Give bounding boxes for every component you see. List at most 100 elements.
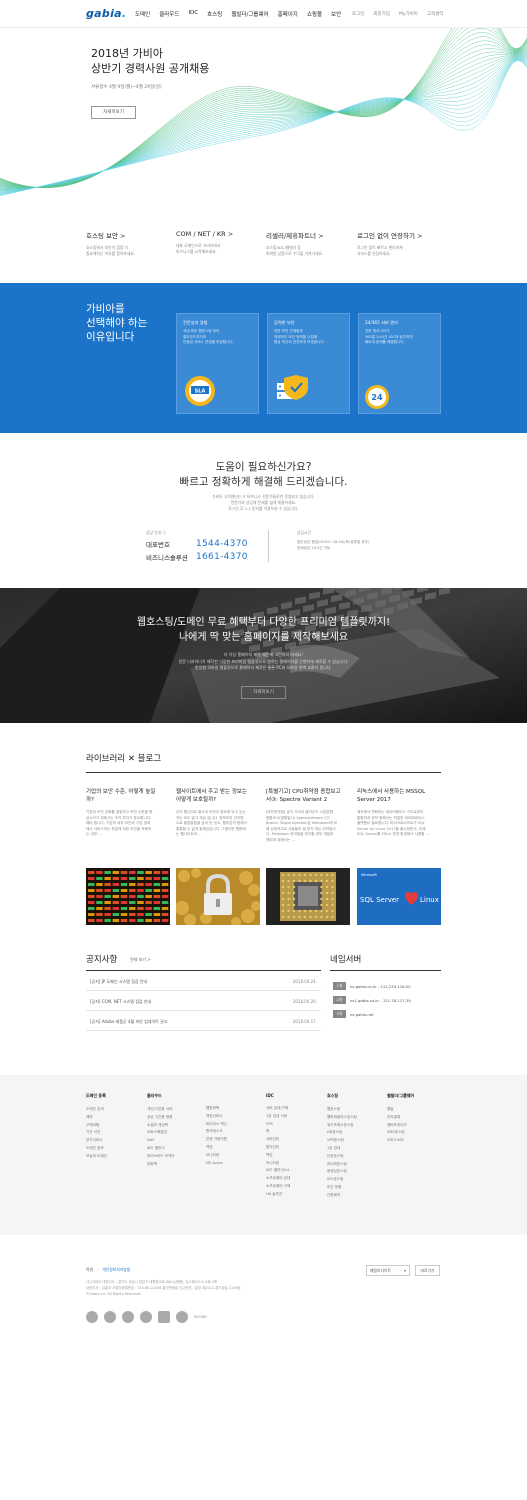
- feature-hosting-security[interactable]: 호스팅 보안 > 호스팅에서 보안이 점점 더 중요해지는 이유를 알아보세요.: [86, 230, 176, 257]
- footer-link[interactable]: 엔버프러이즈: [387, 1122, 414, 1130]
- library-post[interactable]: [특별기고] CPU취약점 종합보고 서③: Spectre Variant 2 …: [266, 788, 350, 844]
- footer-link[interactable]: 서버 임대/구매: [266, 1105, 290, 1113]
- nav-item-cloud[interactable]: 클라우드: [159, 10, 179, 18]
- library-post[interactable]: 기업의 보안 수준, 어떻게 높일 까? 기업의 보안 강화를 결정하고 보안 수…: [86, 788, 170, 838]
- footer-link[interactable]: 소프트웨어 구매: [266, 1183, 290, 1191]
- footer-link[interactable]: 기관 이전: [86, 1129, 107, 1137]
- footer-column: 웹빌더/그룹웨어웹빌 전자결제 엔버프러이즈 SMS호스팅 오피스365: [387, 1093, 414, 1145]
- notice-row[interactable]: [공지] JP 도메인 시스템 점검 안내 2018.04.24.: [86, 972, 321, 991]
- footer-link[interactable]: 도메인 정보: [86, 1145, 107, 1153]
- footer-link[interactable]: 랙: [266, 1128, 290, 1136]
- footer-link[interactable]: 단위호스팅: [327, 1153, 357, 1161]
- footer-link[interactable]: 오피스365: [387, 1137, 414, 1145]
- footer-link[interactable]: 공공 기관용 명용: [147, 1114, 175, 1122]
- chevron-right-icon: >: [417, 232, 423, 240]
- hero-detail-button[interactable]: 자세히보기: [91, 106, 136, 119]
- footer-link[interactable]: 방화벽: [147, 1161, 175, 1169]
- footer-sitemap: [0, 1075, 527, 1235]
- footer-link[interactable]: 로드 밸런서: [147, 1145, 175, 1153]
- footer-link[interactable]: HA 솔루션: [266, 1191, 290, 1199]
- notice-row[interactable]: [공지] COM, NET 시스템 점검 안내 2018.04.20.: [86, 992, 321, 1011]
- family-site-go-button[interactable]: 바로가기: [415, 1265, 440, 1276]
- nav-item-security[interactable]: 보안: [331, 10, 341, 18]
- post-thumbnail-sql-linux[interactable]: Microsoft SQL Server Linux: [357, 868, 441, 925]
- feature-renew-without-login[interactable]: 로그인 없이 연장하기 > 로그인 없이 빠르고 편리하게 서비스를 연장하세요.: [357, 230, 447, 257]
- login-link[interactable]: 로그인: [352, 11, 364, 17]
- footer-link[interactable]: 간편제작: [327, 1192, 357, 1200]
- footer-link[interactable]: MS Azure: [206, 1160, 227, 1168]
- footer-link[interactable]: 전자결제: [387, 1114, 414, 1122]
- footer-column-title[interactable]: IDC: [266, 1093, 290, 1098]
- footer-link[interactable]: 부가서비스: [86, 1137, 107, 1145]
- post-thumbnail-padlock[interactable]: [176, 868, 260, 925]
- footer-column-title[interactable]: 클라우드: [147, 1093, 175, 1099]
- nav-item-hosting[interactable]: 호스팅: [207, 10, 222, 18]
- nav-item-homepage[interactable]: 홈페이지: [278, 10, 298, 18]
- nav-item-domain[interactable]: 도메인: [135, 10, 150, 18]
- footer-link[interactable]: 소프트웨어 임대: [266, 1175, 290, 1183]
- family-site-select[interactable]: 패밀리사이트 ▾: [366, 1265, 410, 1276]
- post-thumbnail-cpu-chip[interactable]: [266, 868, 350, 925]
- footer-link[interactable]: 웹방화벽: [206, 1105, 227, 1113]
- footer-link[interactable]: 모니터링: [266, 1160, 290, 1168]
- footer-link[interactable]: 구매대행: [86, 1122, 107, 1130]
- footer-link[interactable]: 모토스퀘일업: [147, 1129, 175, 1137]
- phone-number[interactable]: 1661-4370: [196, 552, 248, 562]
- footer-link[interactable]: 백업서비스: [206, 1113, 227, 1121]
- footer-link[interactable]: 도메인 검색: [86, 1106, 107, 1114]
- nav-item-shopping[interactable]: 쇼핑몰: [307, 10, 322, 18]
- footer-link[interactable]: NAS: [147, 1137, 175, 1145]
- footer-link[interactable]: 웹호스팅: [327, 1106, 357, 1114]
- footer-link[interactable]: 모실의 도메인: [86, 1153, 107, 1161]
- banner-detail-button[interactable]: 자세히보기: [241, 686, 286, 699]
- cert-badge-icon: [86, 1311, 98, 1323]
- feature-domains[interactable]: COM / NET / KR > 대표 도메인으로 가비아에서 비즈니스를 시작해…: [176, 230, 266, 255]
- footer-link[interactable]: SSL호스팅: [327, 1176, 357, 1184]
- notice-view-all-link[interactable]: 전체 보기 >: [130, 957, 151, 963]
- footer-link[interactable]: 로드 밸런서/L4: [266, 1167, 290, 1175]
- footer-link[interactable]: SMS호스팅: [387, 1129, 414, 1137]
- footer-link[interactable]: 소설보 게임팩: [147, 1122, 175, 1130]
- post-thumbnail-stock-board[interactable]: [86, 868, 170, 925]
- footer-link[interactable]: VPS호스팅: [327, 1137, 357, 1145]
- footer-link[interactable]: 바이러스 백신: [206, 1121, 227, 1129]
- privacy-link[interactable]: 개인정보처리방침: [102, 1267, 130, 1272]
- footer-link[interactable]: 워드프레스호스팅: [327, 1122, 357, 1130]
- footer-column-title[interactable]: 호스팅: [327, 1093, 357, 1099]
- footer-link[interactable]: 백업: [206, 1144, 227, 1152]
- footer-link[interactable]: 웹빌: [387, 1106, 414, 1114]
- footer-link[interactable]: 개인/기업용 서버: [147, 1106, 175, 1114]
- gabia-logo[interactable]: gabia.: [86, 7, 126, 20]
- footer-link[interactable]: 1분 임대: [327, 1145, 357, 1153]
- nav-item-idc[interactable]: IDC: [188, 10, 198, 18]
- footer-link[interactable]: 서버관리: [266, 1136, 290, 1144]
- footer-link[interactable]: 예약: [86, 1114, 107, 1122]
- info-icon[interactable]: ⓘ: [162, 530, 166, 535]
- terms-link[interactable]: 약관: [86, 1267, 93, 1272]
- footer-link[interactable]: 원격데스크: [206, 1128, 227, 1136]
- notice-row[interactable]: [공지] Adobe 제품군 4월 보안 업데이트 권고 2018.04.17.: [86, 1012, 321, 1031]
- footer-link[interactable]: 원지관리: [266, 1144, 290, 1152]
- phone-number[interactable]: 1544-4370: [196, 539, 248, 549]
- library-post[interactable]: 리눅스에서 사용하는 MSSQL Server 2017 계속해서 변화하는 데이…: [357, 788, 441, 838]
- footer-column-title[interactable]: 웹빌더/그룹웨어: [387, 1093, 414, 1099]
- footer-link[interactable]: 백업: [266, 1152, 290, 1160]
- footer-column-title[interactable]: 도메인 등록: [86, 1093, 107, 1099]
- footer-link[interactable]: 하이브리드 커넥터: [147, 1153, 175, 1161]
- footer-link[interactable]: 미인 대행: [327, 1184, 357, 1192]
- footer-link[interactable]: VPS: [266, 1121, 290, 1129]
- library-post[interactable]: 웹사이트에서 주고 받는 정보는 어떻게 보호될까? 우리 웹사이트 회사의 보안…: [176, 788, 260, 838]
- signup-link[interactable]: 회원가입: [373, 11, 390, 17]
- footer-link[interactable]: 콘텐 가용지원: [206, 1136, 227, 1144]
- feature-reseller[interactable]: 리셀러/제휴파트너 > 호스팅/IDC/웹빌더 등 특화된 상품으로 수익을 가져…: [266, 230, 356, 257]
- footer-link[interactable]: 1분 임대 서버: [266, 1113, 290, 1121]
- footer-link[interactable]: 웹파워클릭스호스팅: [327, 1114, 357, 1122]
- customer-center-link[interactable]: 고객센터: [427, 11, 444, 17]
- footer-link[interactable]: 모니터링: [206, 1152, 227, 1160]
- nav-item-webbuilder[interactable]: 웹빌더/그룹웨어: [231, 10, 268, 18]
- my-gabia-link[interactable]: My가비아: [399, 11, 418, 17]
- footer-link[interactable]: 하이퍼호스팅: [327, 1161, 357, 1169]
- footer-link[interactable]: 동영상호스팅: [327, 1168, 357, 1176]
- footer-link[interactable]: DB호스팅: [327, 1129, 357, 1137]
- footer-column-title[interactable]: [206, 1093, 227, 1098]
